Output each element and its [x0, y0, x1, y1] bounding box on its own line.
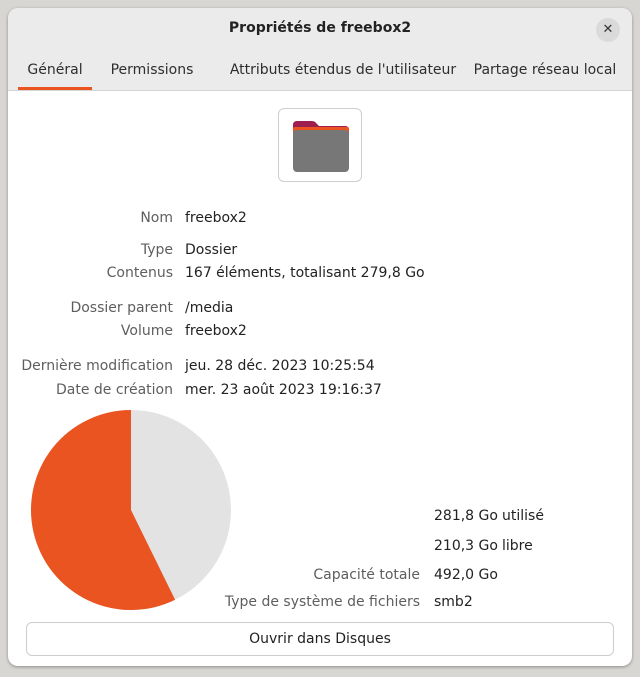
- window-title: Propriétés de freebox2: [228, 20, 412, 36]
- folder-icon: [293, 121, 349, 172]
- general-panel: Nom freebox2 Type Dossier Contenus 167 é…: [8, 91, 632, 666]
- free-value: 210,3 Go: [434, 538, 498, 554]
- close-button[interactable]: ✕: [596, 18, 620, 42]
- row-type: Type Dossier: [8, 242, 632, 262]
- row-volume: Volume freebox2: [8, 323, 632, 343]
- capacity-value: 492,0 Go: [434, 567, 498, 583]
- row-derniere-modification: Dernière modification jeu. 28 déc. 2023 …: [8, 358, 632, 378]
- fs-type-label: Type de système de fichiers: [224, 594, 420, 610]
- contenus-value: 167 éléments, totalisant 279,8 Go: [185, 265, 425, 281]
- capacity-label: Capacité totale: [313, 567, 420, 583]
- row-contenus: Contenus 167 éléments, totalisant 279,8 …: [8, 265, 632, 285]
- tab-bar: Général Permissions Attributs étendus de…: [8, 50, 632, 91]
- nom-label: Nom: [140, 210, 173, 226]
- volume-label: Volume: [120, 323, 173, 339]
- open-in-disks-button[interactable]: Ouvrir dans Disques: [26, 622, 614, 656]
- tab-local-network-share[interactable]: Partage réseau local: [472, 50, 618, 90]
- type-label: Type: [140, 242, 173, 258]
- usage-pie-chart: [31, 410, 231, 610]
- contenus-label: Contenus: [106, 265, 173, 281]
- dossier-parent-value: /media: [185, 300, 234, 316]
- date-creation-value: mer. 23 août 2023 19:16:37: [185, 382, 382, 398]
- used-label: utilisé: [502, 508, 544, 524]
- derniere-modification-value: jeu. 28 déc. 2023 10:25:54: [185, 358, 375, 374]
- row-nom: Nom freebox2: [8, 210, 632, 230]
- volume-value: freebox2: [185, 323, 247, 339]
- tab-extended-attributes[interactable]: Attributs étendus de l'utilisateur: [218, 50, 468, 90]
- derniere-modification-label: Dernière modification: [21, 358, 173, 374]
- row-dossier-parent: Dossier parent /media: [8, 300, 632, 320]
- row-date-creation: Date de création mer. 23 août 2023 19:16…: [8, 382, 632, 402]
- fs-type-value: smb2: [434, 594, 473, 610]
- type-value: Dossier: [185, 242, 238, 258]
- properties-window: Propriétés de freebox2 ✕ Général Permiss…: [8, 8, 632, 666]
- used-value: 281,8 Go: [434, 508, 498, 524]
- dossier-parent-label: Dossier parent: [70, 300, 173, 316]
- tab-general[interactable]: Général: [18, 50, 92, 90]
- folder-icon-button[interactable]: [278, 108, 362, 182]
- nom-value: freebox2: [185, 210, 247, 226]
- tab-permissions[interactable]: Permissions: [106, 50, 198, 90]
- date-creation-label: Date de création: [55, 382, 173, 398]
- free-label: libre: [502, 538, 533, 554]
- titlebar: Propriétés de freebox2 ✕: [8, 8, 632, 50]
